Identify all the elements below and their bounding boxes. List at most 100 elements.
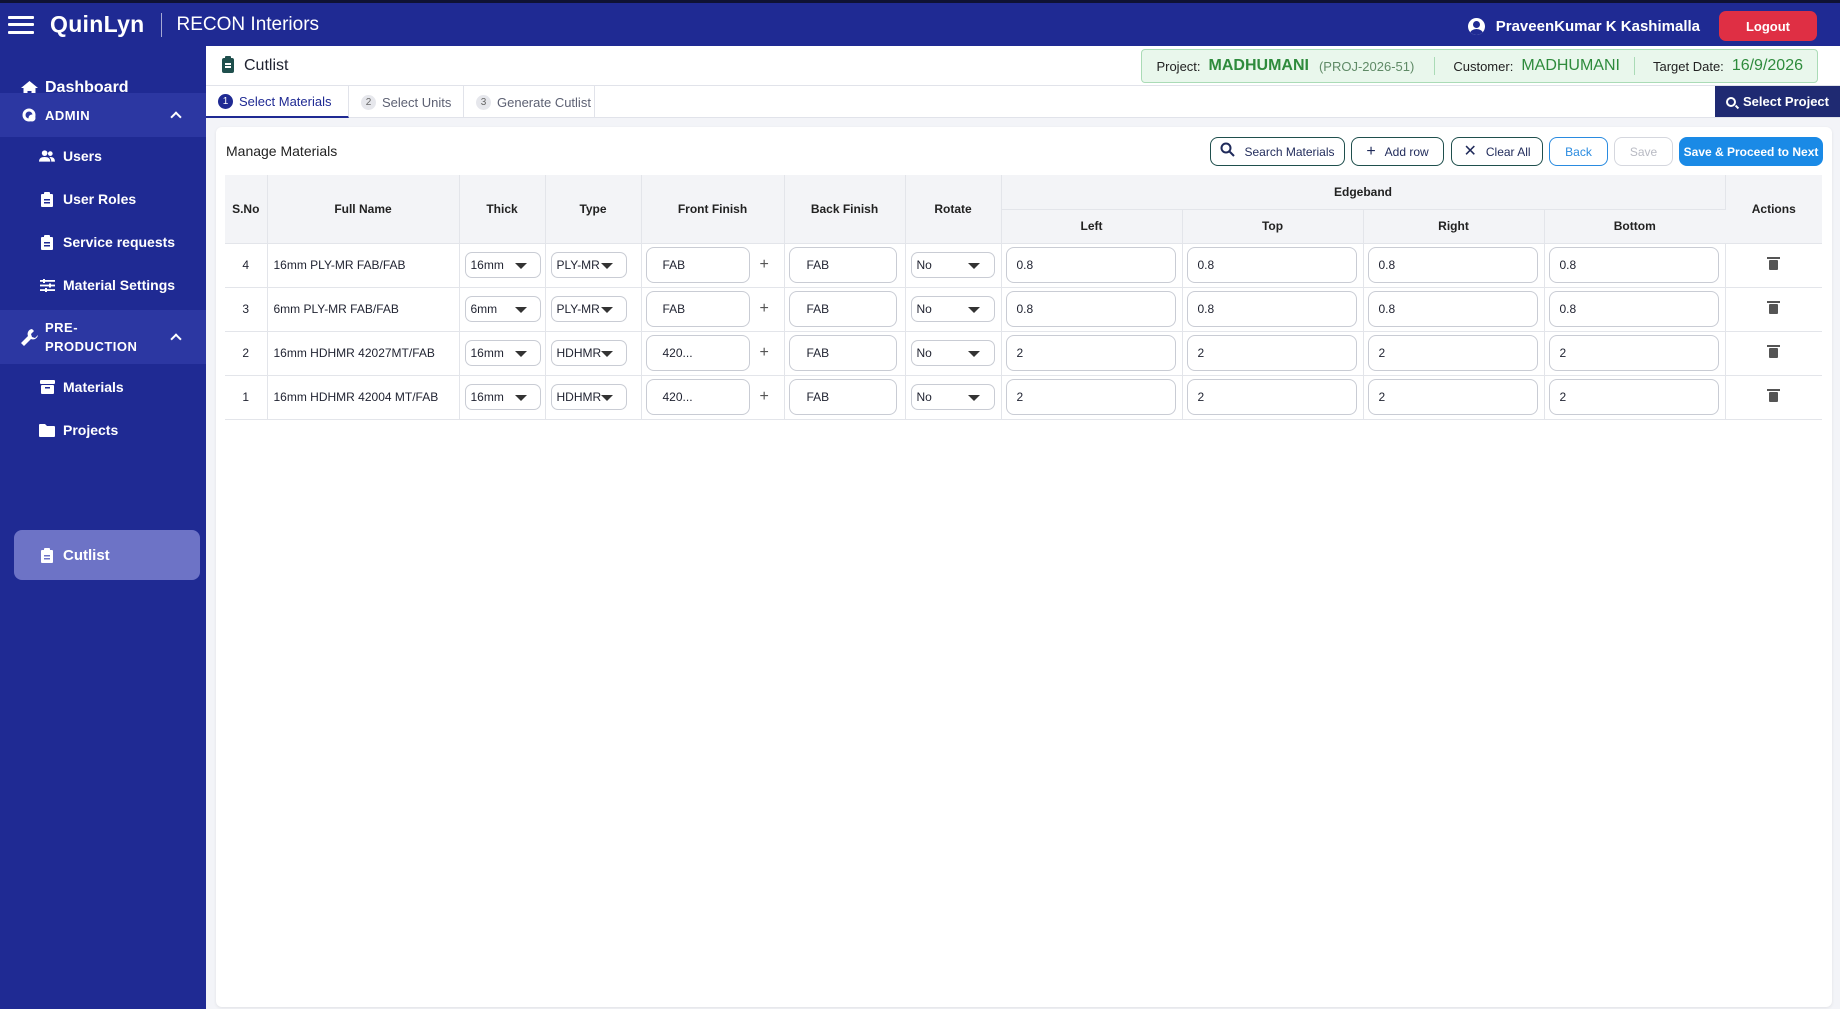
delete-icon[interactable]: [1767, 301, 1781, 314]
select-value: No: [916, 346, 932, 360]
save-button[interactable]: Save: [1614, 137, 1673, 166]
back-finish-input[interactable]: FAB: [788, 379, 897, 415]
add-finish-icon[interactable]: +: [760, 256, 769, 274]
search-materials-button[interactable]: Search Materials: [1210, 137, 1345, 166]
dropdown-arrow-icon: [514, 263, 527, 269]
back-button[interactable]: Back: [1549, 137, 1608, 166]
type-select[interactable]: HDHMR: [550, 340, 627, 366]
edgeband-right-input[interactable]: 0.8: [1367, 247, 1538, 283]
sidebar-item-service-requests[interactable]: Service requests: [0, 220, 206, 264]
front-finish-input[interactable]: 420...: [645, 335, 750, 371]
clear-all-button[interactable]: ✕ Clear All: [1451, 137, 1543, 166]
sidebar-item-materials[interactable]: Materials: [0, 365, 206, 409]
sidebar-item-projects[interactable]: Projects: [0, 408, 206, 452]
sidebar: Dashboard ADMIN Users User Roles Service…: [0, 46, 206, 1009]
edgeband-bottom-input[interactable]: 2: [1548, 335, 1719, 371]
type-select[interactable]: PLY-MR: [550, 296, 627, 322]
type-select[interactable]: HDHMR: [550, 384, 627, 410]
dropdown-arrow-icon: [600, 395, 613, 401]
thick-select[interactable]: 16mm: [464, 252, 541, 278]
edgeband-right-input[interactable]: 0.8: [1367, 291, 1538, 327]
menu-icon[interactable]: [8, 15, 34, 34]
front-finish-input[interactable]: FAB: [645, 247, 750, 283]
full-name-cell: 16mm HDHMR 42004 MT/FAB: [267, 375, 460, 420]
select-project-button[interactable]: Select Project: [1715, 86, 1840, 117]
sidebar-group-preproduction[interactable]: PRE- PRODUCTION: [0, 310, 206, 364]
chevron-up-icon[interactable]: [170, 333, 182, 345]
chevron-up-icon[interactable]: [170, 111, 182, 123]
wrench-icon: [20, 328, 38, 346]
sidebar-item-label: Material Settings: [63, 277, 176, 293]
tab-label: Generate Cutlist: [497, 94, 591, 110]
front-finish-input[interactable]: 420...: [645, 379, 750, 415]
clipboard-icon: [39, 191, 55, 207]
rotate-select[interactable]: No: [910, 384, 995, 410]
edgeband-left-input[interactable]: 0.8: [1005, 247, 1176, 283]
edgeband-top-input[interactable]: 0.8: [1186, 247, 1357, 283]
rotate-select[interactable]: No: [910, 340, 995, 366]
edgeband-bottom-input[interactable]: 0.8: [1548, 291, 1719, 327]
type-select[interactable]: PLY-MR: [550, 252, 627, 278]
select-value: PLY-MR: [556, 302, 600, 316]
rotate-select[interactable]: No: [910, 296, 995, 322]
add-finish-icon[interactable]: +: [760, 300, 769, 318]
sidebar-group-admin[interactable]: ADMIN: [0, 93, 206, 137]
sidebar-item-material-settings[interactable]: Material Settings: [0, 263, 206, 307]
edgeband-top-input[interactable]: 0.8: [1186, 291, 1357, 327]
thick-select[interactable]: 16mm: [464, 384, 541, 410]
thick-select[interactable]: 6mm: [464, 296, 541, 322]
edgeband-right-input[interactable]: 2: [1367, 335, 1538, 371]
clipboard-icon: [222, 56, 234, 73]
front-finish-input[interactable]: FAB: [645, 291, 750, 327]
tab-select-materials[interactable]: 1 Select Materials: [206, 86, 349, 118]
add-finish-icon[interactable]: +: [760, 344, 769, 362]
materials-table: S.No Full Name Thick Type Front Finish B…: [225, 175, 1823, 420]
tab-generate-cutlist[interactable]: 3 Generate Cutlist: [464, 86, 595, 118]
edgeband-bottom-input[interactable]: 2: [1548, 379, 1719, 415]
edgeband-left-input[interactable]: 2: [1005, 335, 1176, 371]
brand-logo[interactable]: QuinLyn: [50, 11, 145, 38]
edgeband-bottom-input[interactable]: 0.8: [1548, 247, 1719, 283]
button-label: Search Materials: [1244, 144, 1335, 159]
back-finish-input[interactable]: FAB: [788, 291, 897, 327]
add-row-button[interactable]: + Add row: [1351, 137, 1444, 166]
select-value: PLY-MR: [556, 258, 600, 272]
column-header-type: Type: [545, 175, 642, 244]
column-header-bottom: Bottom: [1544, 209, 1726, 244]
customer-label: Customer:: [1453, 58, 1514, 74]
divider: [1633, 57, 1635, 75]
tab-label: Select Units: [382, 94, 452, 110]
rotate-select[interactable]: No: [910, 252, 995, 278]
save-proceed-button[interactable]: Save & Proceed to Next: [1679, 137, 1823, 166]
edgeband-top-input[interactable]: 2: [1186, 379, 1357, 415]
target-date: 16/9/2026: [1731, 57, 1803, 74]
delete-icon[interactable]: [1767, 345, 1781, 358]
select-value: 16mm: [470, 258, 504, 272]
sno-cell: 2: [225, 331, 268, 376]
user-info[interactable]: PraveenKumar K Kashimalla: [1467, 3, 1700, 49]
add-finish-icon[interactable]: +: [760, 388, 769, 406]
tab-select-units[interactable]: 2 Select Units: [349, 86, 464, 118]
edgeband-right-input[interactable]: 2: [1367, 379, 1538, 415]
delete-icon[interactable]: [1767, 389, 1781, 402]
select-value: HDHMR: [556, 346, 602, 360]
close-icon: ✕: [1463, 142, 1477, 160]
sidebar-item-label: Service requests: [63, 234, 176, 250]
delete-icon[interactable]: [1767, 257, 1781, 270]
sidebar-item-cutlist[interactable]: Cutlist: [14, 530, 200, 580]
select-value: No: [916, 390, 932, 404]
edgeband-top-input[interactable]: 2: [1186, 335, 1357, 371]
sno-cell: 1: [225, 375, 268, 420]
brand-divider: [160, 12, 162, 37]
edgeband-left-input[interactable]: 2: [1005, 379, 1176, 415]
sidebar-item-users[interactable]: Users: [0, 134, 206, 178]
button-label: Add row: [1384, 144, 1429, 159]
sidebar-item-user-roles[interactable]: User Roles: [0, 177, 206, 221]
back-finish-input[interactable]: FAB: [788, 247, 897, 283]
back-finish-input[interactable]: FAB: [788, 335, 897, 371]
edgeband-left-input[interactable]: 0.8: [1005, 291, 1176, 327]
user-name: PraveenKumar K Kashimalla: [1495, 17, 1700, 35]
thick-select[interactable]: 16mm: [464, 340, 541, 366]
select-value: 16mm: [470, 390, 504, 404]
logout-button[interactable]: Logout: [1719, 11, 1817, 41]
